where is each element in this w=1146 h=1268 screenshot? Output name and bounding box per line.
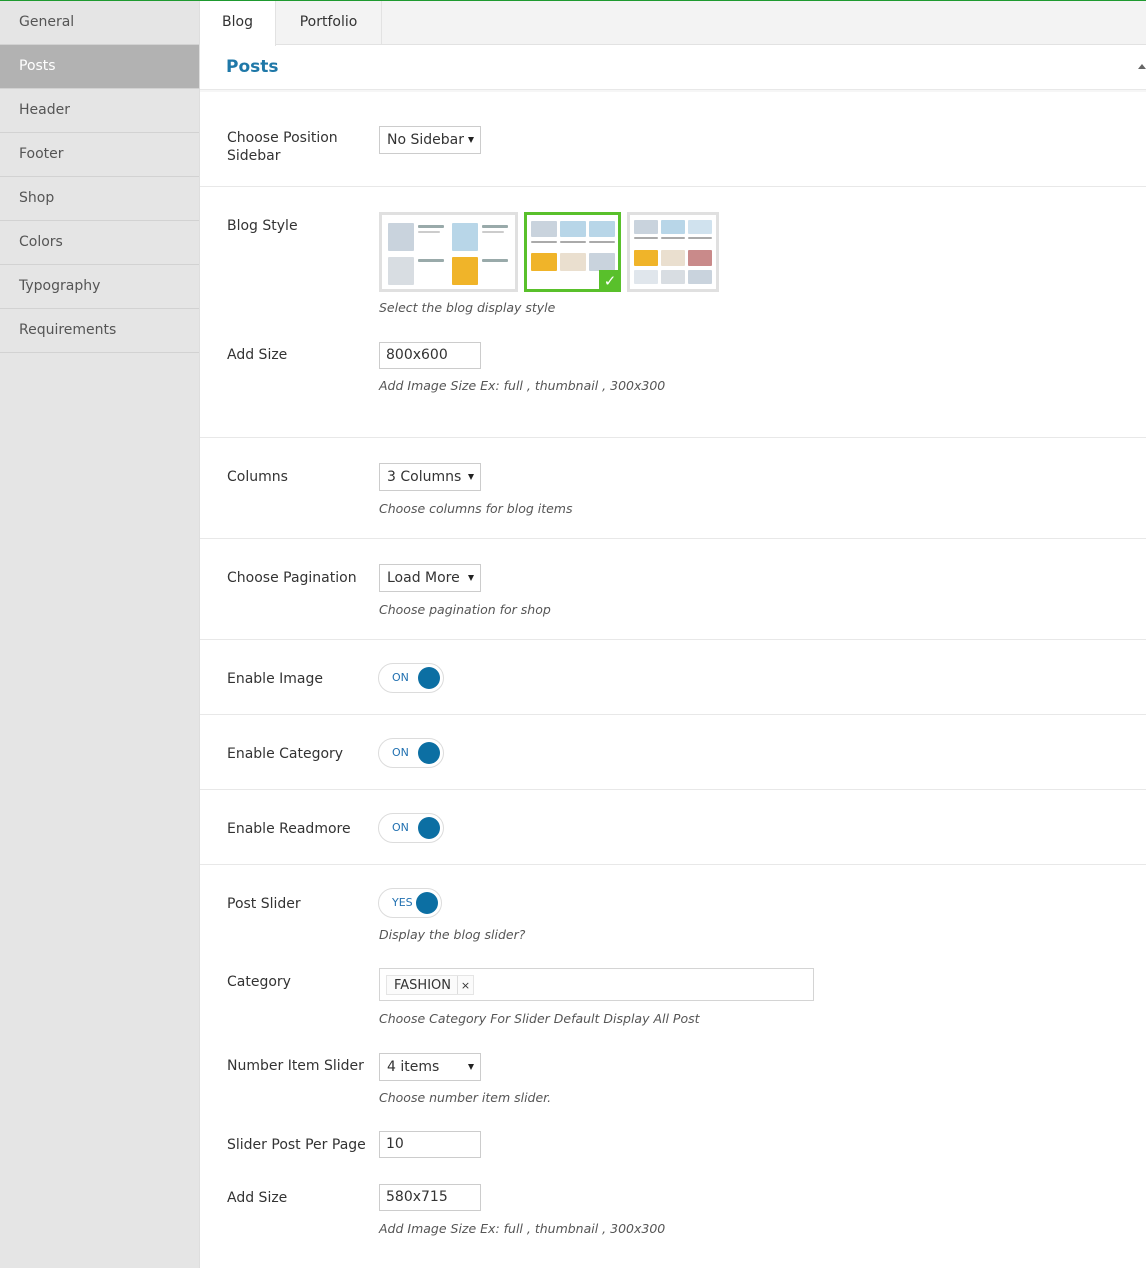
- pagination-value: Load More: [387, 570, 460, 586]
- columns-select[interactable]: 3 Columns: [379, 463, 481, 491]
- pagination-select[interactable]: Load More: [379, 564, 481, 592]
- settings-sidebar: General Posts Header Footer Shop Colors …: [0, 1, 200, 1268]
- enable-category-toggle[interactable]: ON: [378, 738, 444, 768]
- label-slider-post-per-page: Slider Post Per Page: [227, 1137, 366, 1153]
- slider-post-per-page-input[interactable]: 10: [379, 1131, 481, 1158]
- tab-blog[interactable]: Blog: [200, 1, 276, 46]
- label-pagination: Choose Pagination: [227, 570, 357, 586]
- label-number-item-slider: Number Item Slider: [227, 1058, 364, 1074]
- row-columns: Columns 3 Columns Choose columns for blo…: [200, 438, 1146, 539]
- blog-style-description: Select the blog display style: [379, 300, 556, 315]
- label-blog-style: Blog Style: [227, 218, 298, 234]
- row-enable-readmore: Enable Readmore ON: [200, 790, 1146, 865]
- category-tag: FASHION ×: [386, 975, 474, 995]
- label-enable-image: Enable Image: [227, 671, 323, 687]
- sidebar-item-typography[interactable]: Typography: [0, 265, 199, 309]
- toggle-knob: [418, 667, 440, 689]
- collapse-arrow-icon[interactable]: [1138, 64, 1146, 69]
- dropdown-caret-icon: [468, 474, 474, 480]
- add-size-description: Add Image Size Ex: full , thumbnail , 30…: [379, 378, 666, 393]
- row-enable-image: Enable Image ON: [200, 640, 1146, 715]
- row-pagination: Choose Pagination Load More Choose pagin…: [200, 539, 1146, 640]
- sidebar-item-footer[interactable]: Footer: [0, 133, 199, 177]
- remove-tag-icon[interactable]: ×: [457, 976, 473, 994]
- dropdown-caret-icon: [468, 575, 474, 581]
- row-blog-style: Blog Style ✓ Select the blog display sty…: [200, 187, 1146, 438]
- label-sidebar-position: Choose Position Sidebar: [227, 130, 338, 164]
- number-item-slider-select[interactable]: 4 items: [379, 1053, 481, 1081]
- tab-bar: Blog Portfolio: [200, 1, 1146, 46]
- post-slider-toggle[interactable]: YES: [378, 888, 442, 918]
- category-tag-label: FASHION: [394, 978, 451, 993]
- label-add-size: Add Size: [227, 347, 288, 363]
- section-header: Posts: [200, 45, 1146, 90]
- toggle-knob: [416, 892, 438, 914]
- label-columns: Columns: [227, 469, 288, 485]
- toggle-state-text: ON: [392, 746, 409, 759]
- category-multiselect[interactable]: FASHION ×: [379, 968, 814, 1001]
- blog-style-option-masonry[interactable]: [627, 212, 719, 292]
- toggle-knob: [418, 817, 440, 839]
- label-slider-add-size: Add Size: [227, 1190, 288, 1206]
- toggle-state-text: ON: [392, 671, 409, 684]
- sidebar-item-colors[interactable]: Colors: [0, 221, 199, 265]
- slider-add-size-description: Add Image Size Ex: full , thumbnail , 30…: [379, 1221, 666, 1236]
- sidebar-item-requirements[interactable]: Requirements: [0, 309, 199, 353]
- add-size-input[interactable]: 800x600: [379, 342, 481, 369]
- sidebar-position-value: No Sidebar: [387, 132, 464, 148]
- tab-portfolio[interactable]: Portfolio: [276, 1, 382, 45]
- number-item-slider-description: Choose number item slider.: [379, 1090, 552, 1105]
- check-icon: ✓: [599, 270, 621, 292]
- label-category: Category: [227, 974, 291, 990]
- columns-value: 3 Columns: [387, 469, 462, 485]
- sidebar-item-general[interactable]: General: [0, 1, 199, 45]
- blog-style-option-grid-selected[interactable]: ✓: [524, 212, 621, 292]
- category-description: Choose Category For Slider Default Displ…: [379, 1011, 700, 1026]
- enable-readmore-toggle[interactable]: ON: [378, 813, 444, 843]
- toggle-state-text: ON: [392, 821, 409, 834]
- sidebar-item-shop[interactable]: Shop: [0, 177, 199, 221]
- row-post-slider: Post Slider YES Display the blog slider?…: [200, 865, 1146, 1268]
- columns-description: Choose columns for blog items: [379, 501, 573, 516]
- dropdown-caret-icon: [468, 137, 474, 143]
- pagination-description: Choose pagination for shop: [379, 602, 551, 617]
- slider-add-size-input[interactable]: 580x715: [379, 1184, 481, 1211]
- dropdown-caret-icon: [468, 1064, 474, 1070]
- label-enable-readmore: Enable Readmore: [227, 821, 351, 837]
- sidebar-item-header[interactable]: Header: [0, 89, 199, 133]
- row-enable-category: Enable Category ON: [200, 715, 1146, 790]
- toggle-state-text: YES: [392, 896, 413, 909]
- section-title: Posts: [226, 57, 279, 77]
- post-slider-description: Display the blog slider?: [379, 927, 526, 942]
- row-sidebar-position: Choose Position Sidebar No Sidebar: [200, 91, 1146, 187]
- blog-style-option-list[interactable]: [379, 212, 518, 292]
- toggle-knob: [418, 742, 440, 764]
- settings-main: Blog Portfolio Posts Choose Position Sid…: [200, 1, 1146, 1268]
- sidebar-item-posts[interactable]: Posts: [0, 45, 199, 89]
- number-item-slider-value: 4 items: [387, 1059, 440, 1075]
- label-enable-category: Enable Category: [227, 746, 344, 762]
- sidebar-position-select[interactable]: No Sidebar: [379, 126, 481, 154]
- label-post-slider: Post Slider: [227, 896, 301, 912]
- enable-image-toggle[interactable]: ON: [378, 663, 444, 693]
